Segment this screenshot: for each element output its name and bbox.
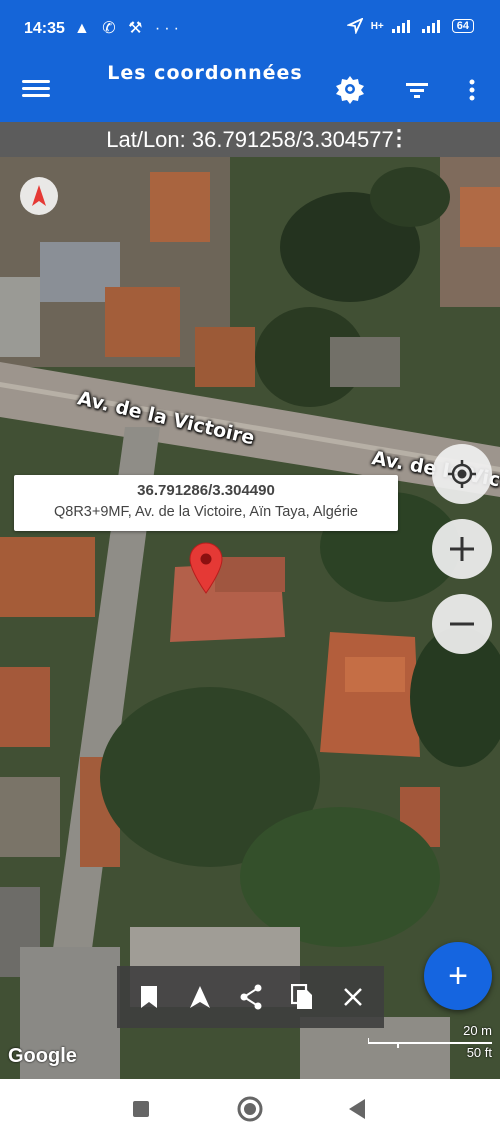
battery-icon: 64 xyxy=(451,19,474,33)
notification-icons: ▲ ✆ ⚒ ··· xyxy=(74,20,183,37)
satellite-imagery xyxy=(0,157,500,1079)
bookmark-icon[interactable] xyxy=(129,977,169,1017)
status-time: 14:35 xyxy=(24,20,65,37)
back-icon[interactable] xyxy=(347,1098,367,1120)
scale-metric: 20 m xyxy=(463,1023,492,1038)
filter-icon[interactable] xyxy=(397,70,437,110)
compass-icon[interactable] xyxy=(20,177,58,215)
page-title: Les coordonnées xyxy=(107,62,303,84)
more-vert-icon[interactable] xyxy=(452,70,492,110)
copy-icon[interactable] xyxy=(282,977,322,1017)
system-navigation-bar xyxy=(0,1079,500,1139)
recents-icon[interactable] xyxy=(131,1099,151,1119)
minus-icon xyxy=(450,622,474,626)
coordinates-bar: Lat/Lon: 36.791258/3.304577 ⋮ xyxy=(0,122,500,157)
signal-icon-2 xyxy=(421,20,440,33)
google-attribution: Google xyxy=(8,1045,77,1067)
status-bar: 14:35 ▲ ✆ ⚒ ··· H+ 64 xyxy=(0,0,500,60)
share-icon[interactable] xyxy=(231,977,271,1017)
scale-imperial: 50 ft xyxy=(466,1045,492,1060)
plus-icon xyxy=(450,537,474,561)
my-location-button[interactable] xyxy=(432,444,492,504)
location-badge-icon[interactable] xyxy=(330,70,370,110)
close-icon[interactable] xyxy=(333,977,373,1017)
marker-action-toolbar xyxy=(117,966,384,1028)
menu-icon[interactable] xyxy=(22,76,50,104)
coordinates-text: Lat/Lon: 36.791258/3.304577 xyxy=(106,126,394,152)
map-scale: 20 m 50 ft xyxy=(368,1023,492,1063)
signal-icon xyxy=(391,20,410,33)
location-arrow-icon xyxy=(346,18,363,34)
zoom-out-button[interactable] xyxy=(432,594,492,654)
satellite-map[interactable]: Av. de la Victoire Av. de la Victoire 36… xyxy=(0,157,500,1079)
gps-icon xyxy=(448,460,476,488)
zoom-in-button[interactable] xyxy=(432,519,492,579)
marker-coordinates: 36.791286/3.304490 xyxy=(137,482,275,499)
home-icon[interactable] xyxy=(236,1095,264,1123)
network-label: H+ xyxy=(370,20,384,32)
add-fab-button[interactable]: + xyxy=(424,942,492,1010)
marker-address: Q8R3+9MF, Av. de la Victoire, Aïn Taya, … xyxy=(53,504,358,520)
app-bar: Les coordonnées xyxy=(0,60,500,122)
coordinates-more-icon[interactable]: ⋮ xyxy=(388,125,410,151)
map-pin-icon[interactable] xyxy=(189,542,223,594)
system-icons: H+ 64 xyxy=(346,18,474,34)
marker-info-window[interactable]: 36.791286/3.304490 Q8R3+9MF, Av. de la V… xyxy=(14,475,398,531)
navigate-icon[interactable] xyxy=(180,977,220,1017)
